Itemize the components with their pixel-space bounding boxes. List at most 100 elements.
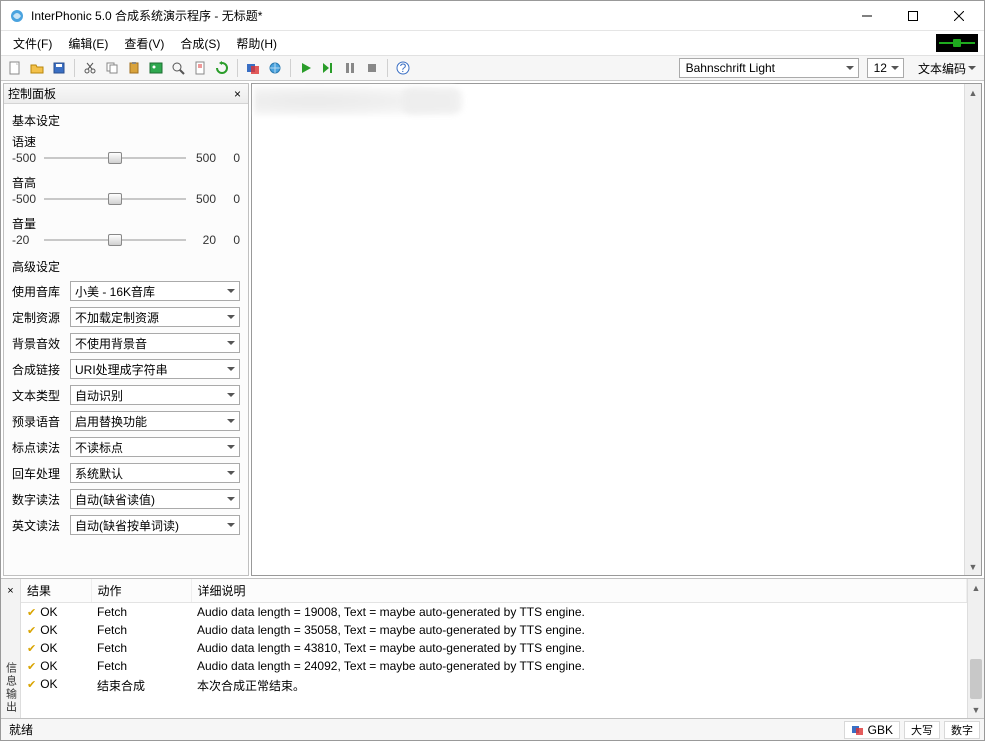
menu-file[interactable]: 文件(F)	[5, 32, 60, 55]
status-encoding[interactable]: GBK	[844, 721, 900, 739]
punct-label: 标点读法	[12, 439, 66, 456]
volume-slider-group: 音量 -20 20 0	[12, 215, 240, 248]
table-row[interactable]: ✔ OK结束合成本次合成正常结束。	[21, 675, 967, 696]
image-icon[interactable]	[146, 58, 166, 78]
enter-value: 系统默认	[75, 465, 123, 482]
number-select[interactable]: 自动(缺省读值)	[70, 489, 240, 509]
font-size-value: 12	[874, 61, 887, 75]
type-value: 自动识别	[75, 387, 123, 404]
col-action[interactable]: 动作	[91, 579, 191, 603]
col-detail[interactable]: 详细说明	[191, 579, 967, 603]
cell-action: Fetch	[91, 621, 191, 639]
table-row[interactable]: ✔ OKFetchAudio data length = 19008, Text…	[21, 603, 967, 622]
scroll-up-icon[interactable]: ▲	[965, 84, 981, 101]
app-icon	[9, 8, 25, 24]
editor-area: ▲ ▼	[251, 83, 982, 576]
voice-value: 小美 - 16K音库	[75, 283, 155, 300]
menu-edit[interactable]: 编辑(E)	[60, 32, 116, 55]
custom-select[interactable]: 不加载定制资源	[70, 307, 240, 327]
cell-result: ✔ OK	[21, 675, 91, 693]
volume-min: -20	[12, 233, 40, 247]
bgm-select[interactable]: 不使用背景音	[70, 333, 240, 353]
status-caps[interactable]: 大写	[904, 721, 940, 739]
pause-icon[interactable]	[340, 58, 360, 78]
link-label: 合成链接	[12, 361, 66, 378]
font-select-value: Bahnschrift Light	[686, 61, 775, 75]
volume-slider[interactable]	[44, 232, 186, 248]
table-row[interactable]: ✔ OKFetchAudio data length = 35058, Text…	[21, 621, 967, 639]
speed-value: 0	[220, 151, 240, 165]
menu-help[interactable]: 帮助(H)	[228, 32, 285, 55]
status-bar: 就绪 GBK 大写 数字	[1, 718, 984, 740]
menu-synth[interactable]: 合成(S)	[172, 32, 228, 55]
minimize-button[interactable]	[844, 1, 890, 31]
prerec-label: 预录语音	[12, 413, 66, 430]
maximize-button[interactable]	[890, 1, 936, 31]
panel-close-icon[interactable]: ×	[231, 87, 244, 101]
play-all-icon[interactable]	[318, 58, 338, 78]
stop-icon[interactable]	[362, 58, 382, 78]
cut-icon[interactable]	[80, 58, 100, 78]
dropdown-arrow-icon	[227, 341, 235, 345]
copy-icon[interactable]	[102, 58, 122, 78]
status-num[interactable]: 数字	[944, 721, 980, 739]
dropdown-arrow-icon	[227, 497, 235, 501]
open-file-icon[interactable]	[27, 58, 47, 78]
link-select[interactable]: URI处理成字符串	[70, 359, 240, 379]
english-label: 英文读法	[12, 517, 66, 534]
punct-select[interactable]: 不读标点	[70, 437, 240, 457]
output-scrollbar[interactable]: ▲ ▼	[967, 579, 984, 718]
cell-action: Fetch	[91, 657, 191, 675]
editor-scrollbar[interactable]: ▲ ▼	[964, 84, 981, 575]
number-label: 数字读法	[12, 491, 66, 508]
cell-result: ✔ OK	[21, 621, 91, 639]
english-select[interactable]: 自动(缺省按单词读)	[70, 515, 240, 535]
enter-label: 回车处理	[12, 465, 66, 482]
control-panel-title: 控制面板	[8, 85, 56, 102]
enter-select[interactable]: 系统默认	[70, 463, 240, 483]
save-icon[interactable]	[49, 58, 69, 78]
encoding-select[interactable]: 文本编码	[912, 58, 980, 78]
scroll-up-icon[interactable]: ▲	[968, 579, 984, 596]
text-editor[interactable]	[252, 84, 964, 575]
col-result[interactable]: 结果	[21, 579, 91, 603]
zoom-icon[interactable]	[168, 58, 188, 78]
speed-slider[interactable]	[44, 150, 186, 166]
output-close-icon[interactable]: ×	[5, 583, 15, 599]
cell-result: ✔ OK	[21, 603, 91, 621]
table-row[interactable]: ✔ OKFetchAudio data length = 24092, Text…	[21, 657, 967, 675]
pitch-max: 500	[190, 192, 216, 206]
scroll-down-icon[interactable]: ▼	[968, 701, 984, 718]
voice-select[interactable]: 小美 - 16K音库	[70, 281, 240, 301]
document-icon[interactable]	[190, 58, 210, 78]
custom-row: 定制资源 不加载定制资源	[12, 307, 240, 327]
menu-view[interactable]: 查看(V)	[116, 32, 172, 55]
link-value: URI处理成字符串	[75, 361, 168, 378]
dropdown-arrow-icon	[227, 419, 235, 423]
volume-max: 20	[190, 233, 216, 247]
font-select[interactable]: Bahnschrift Light	[679, 58, 859, 78]
new-file-icon[interactable]	[5, 58, 25, 78]
status-ready: 就绪	[5, 721, 840, 738]
table-row[interactable]: ✔ OKFetchAudio data length = 43810, Text…	[21, 639, 967, 657]
help-icon[interactable]: ?	[393, 58, 413, 78]
pitch-slider[interactable]	[44, 191, 186, 207]
close-button[interactable]	[936, 1, 982, 31]
translate-icon[interactable]	[243, 58, 263, 78]
speed-slider-group: 语速 -500 500 0	[12, 133, 240, 166]
play-icon[interactable]	[296, 58, 316, 78]
status-encoding-value: GBK	[868, 723, 893, 737]
output-tab[interactable]: × 信息输出	[1, 579, 21, 718]
globe-icon[interactable]	[265, 58, 285, 78]
bgm-value: 不使用背景音	[75, 335, 147, 352]
type-row: 文本类型 自动识别	[12, 385, 240, 405]
scroll-down-icon[interactable]: ▼	[965, 558, 981, 575]
paste-icon[interactable]	[124, 58, 144, 78]
english-row: 英文读法 自动(缺省按单词读)	[12, 515, 240, 535]
type-select[interactable]: 自动识别	[70, 385, 240, 405]
dropdown-arrow-icon	[846, 66, 854, 70]
prerec-select[interactable]: 启用替换功能	[70, 411, 240, 431]
refresh-icon[interactable]	[212, 58, 232, 78]
font-size-select[interactable]: 12	[867, 58, 904, 78]
number-row: 数字读法 自动(缺省读值)	[12, 489, 240, 509]
